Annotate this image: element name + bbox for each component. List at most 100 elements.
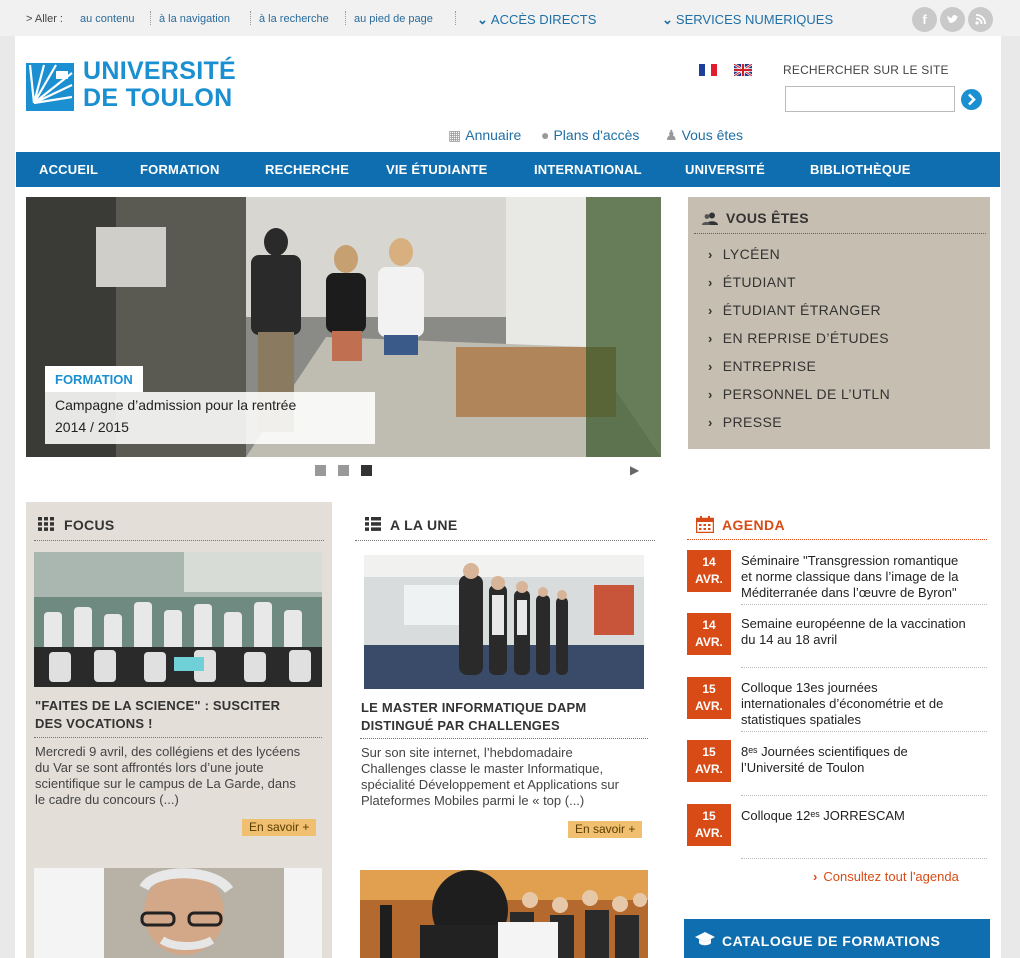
search-submit-button[interactable]	[961, 89, 982, 110]
event-date-badge: 14 AVR.	[687, 613, 731, 655]
event-line: statistiques spatiales	[741, 712, 861, 727]
address-book-icon: ▦	[448, 127, 462, 143]
divider	[741, 667, 987, 668]
agenda-title: AGENDA	[722, 517, 786, 533]
focus-title: FOCUS	[64, 517, 115, 533]
nav-item-formation[interactable]: FORMATION	[140, 162, 220, 177]
summary-line: du Var se sont affrontés lors d’une jout…	[35, 760, 264, 775]
profile-link-label: LYCÉEN	[722, 246, 781, 262]
event-link[interactable]: 8ᵉˢ Journées scientifiques de l’Universi…	[741, 744, 991, 776]
event-line: et norme classique dans l’image de la	[741, 569, 959, 584]
event-date-badge: 14 AVR.	[687, 550, 731, 592]
services-numeriques-label: SERVICES NUMERIQUES	[675, 12, 834, 27]
slide-caption[interactable]: Campagne d’admission pour la rentrée 201…	[45, 392, 375, 444]
une-read-more-button[interactable]: En savoir +	[568, 821, 643, 838]
slider-dot-2[interactable]	[338, 465, 349, 476]
profile-link-presse[interactable]: › PRESSE	[708, 414, 782, 430]
slider-dot-3[interactable]	[361, 465, 372, 476]
university-logo-text[interactable]: UNIVERSITÉ DE TOULON	[83, 58, 236, 112]
list-icon	[365, 517, 381, 531]
une-article-photo[interactable]	[364, 555, 644, 689]
focus-second-article-photo[interactable]	[34, 868, 322, 958]
english-flag-icon[interactable]	[734, 64, 752, 76]
profile-link-entreprise[interactable]: › ENTREPRISE	[708, 358, 816, 374]
une-second-article-photo[interactable]	[360, 870, 648, 958]
slide-category-tag[interactable]: FORMATION	[45, 366, 143, 392]
event-line: Séminaire "Transgression romantique	[741, 553, 959, 568]
summary-line: Challenges classe le master Informatique…	[361, 761, 604, 776]
top-utility-bar: > Aller : au contenu à la navigation à l…	[0, 0, 1020, 36]
profile-link-etudiant[interactable]: › ÉTUDIANT	[708, 274, 796, 290]
graduation-cap-icon	[695, 932, 715, 946]
event-line: l’Université de Toulon	[741, 760, 865, 775]
catalogue-formations-button[interactable]: CATALOGUE DE FORMATIONS	[684, 919, 990, 958]
plans-acces-link[interactable]: ● Plans d'accès	[541, 127, 639, 143]
divider	[150, 11, 151, 25]
divider	[455, 11, 456, 25]
event-link[interactable]: Colloque 13es journées internationales d…	[741, 680, 991, 728]
slide-caption-line-1: Campagne d’admission pour la rentrée	[55, 397, 297, 413]
event-link[interactable]: Séminaire "Transgression romantique et n…	[741, 553, 991, 601]
slider-next-arrow-icon[interactable]: ▶	[630, 463, 639, 477]
slider-dot-1[interactable]	[315, 465, 326, 476]
focus-article-title[interactable]: "FAITES DE LA SCIENCE" : SUSCITER DES VO…	[35, 697, 280, 733]
event-link[interactable]: Colloque 12ᵉˢ JORRESCAM	[741, 808, 991, 824]
main-navigation: ACCUEIL FORMATION RECHERCHE VIE ÉTUDIANT…	[16, 152, 1000, 187]
chevron-right-icon: ›	[708, 331, 713, 346]
profile-link-label: ÉTUDIANT ÉTRANGER	[722, 302, 881, 318]
skip-to-navigation-link[interactable]: à la navigation	[159, 13, 230, 25]
une-article-title[interactable]: LE MASTER INFORMATIQUE DAPM DISTINGUÉ PA…	[361, 699, 586, 735]
chevron-right-icon: ›	[708, 359, 713, 374]
divider	[345, 11, 346, 25]
profile-link-lyceen[interactable]: › LYCÉEN	[708, 246, 780, 262]
annuaire-link[interactable]: ▦ Annuaire	[448, 127, 521, 144]
agenda-all-link[interactable]: › Consultez tout l'agenda	[813, 869, 959, 884]
event-month: AVR.	[695, 826, 723, 840]
services-numeriques-dropdown[interactable]: ⌄ SERVICES NUMERIQUES	[662, 12, 833, 28]
event-day: 14	[702, 618, 716, 632]
grid-icon	[38, 517, 54, 531]
university-logo-mark[interactable]	[26, 63, 74, 111]
acces-directs-dropdown[interactable]: ⌄ ACCÈS DIRECTS	[477, 12, 596, 28]
event-date-badge: 15 AVR.	[687, 804, 731, 846]
event-line: Colloque 12ᵉˢ JORRESCAM	[741, 808, 905, 823]
profile-link-etudiant-etranger[interactable]: › ÉTUDIANT ÉTRANGER	[708, 302, 881, 318]
focus-article-summary: Mercredi 9 avril, des collégiens et des …	[35, 744, 300, 808]
profile-link-label: ENTREPRISE	[722, 358, 817, 374]
vous-etes-title: VOUS ÊTES	[726, 210, 809, 226]
twitter-icon[interactable]	[940, 7, 965, 32]
divider	[741, 731, 987, 732]
vous-etes-label: Vous êtes	[681, 127, 744, 143]
nav-item-bibliotheque[interactable]: BIBLIOTHÈQUE	[810, 162, 911, 177]
rss-icon[interactable]	[968, 7, 993, 32]
logo-line-2: DE TOULON	[83, 84, 233, 112]
event-line: Méditerranée dans l’œuvre de Byron"	[741, 585, 957, 600]
map-pin-icon: ●	[541, 127, 550, 143]
event-line: Semaine européenne de la vaccination	[741, 616, 966, 631]
skip-to-search-link[interactable]: à la recherche	[259, 13, 329, 25]
profile-link-label: EN REPRISE D’ÉTUDES	[722, 330, 890, 346]
nav-item-accueil[interactable]: ACCUEIL	[39, 162, 98, 177]
divider	[355, 540, 655, 541]
vous-etes-link[interactable]: ♟ Vous êtes	[665, 127, 743, 144]
french-flag-icon[interactable]	[699, 64, 717, 76]
nav-item-universite[interactable]: UNIVERSITÉ	[685, 162, 765, 177]
event-day: 15	[702, 809, 716, 823]
skip-to-footer-link[interactable]: au pied de page	[354, 13, 433, 25]
skip-to-content-link[interactable]: au contenu	[80, 13, 134, 25]
profile-link-personnel[interactable]: › PERSONNEL DE L’UTLN	[708, 386, 890, 402]
profile-link-reprise-etudes[interactable]: › EN REPRISE D’ÉTUDES	[708, 330, 889, 346]
nav-item-vie-etudiante[interactable]: VIE ÉTUDIANTE	[386, 162, 488, 177]
focus-article-photo[interactable]	[34, 552, 322, 687]
event-month: AVR.	[695, 699, 723, 713]
event-link[interactable]: Semaine européenne de la vaccination du …	[741, 616, 991, 648]
chevron-down-icon: ⌄	[662, 12, 673, 27]
acces-directs-label: ACCÈS DIRECTS	[490, 12, 597, 27]
event-line: Colloque 13es journées	[741, 680, 878, 695]
nav-item-international[interactable]: INTERNATIONAL	[534, 162, 642, 177]
facebook-icon[interactable]: f	[912, 7, 937, 32]
logo-rays-icon	[26, 63, 74, 111]
nav-item-recherche[interactable]: RECHERCHE	[265, 162, 349, 177]
search-input[interactable]	[785, 86, 955, 112]
focus-read-more-button[interactable]: En savoir +	[242, 819, 317, 836]
